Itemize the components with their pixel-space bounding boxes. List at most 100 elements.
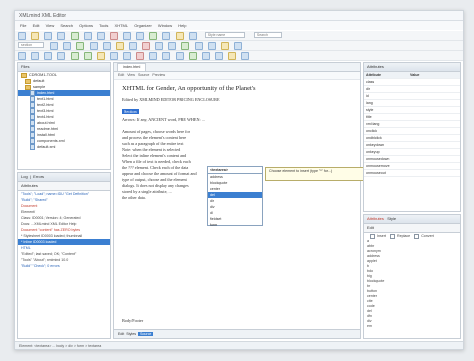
- document-heading[interactable]: XHTML for Gender, An opportunity of the …: [122, 85, 360, 92]
- copy-icon[interactable]: [123, 32, 131, 40]
- attribute-row[interactable]: dir: [364, 86, 460, 93]
- menu-edit[interactable]: Edit: [33, 23, 40, 28]
- menu-view[interactable]: View: [46, 23, 55, 28]
- wrap-icon[interactable]: [96, 52, 105, 60]
- mode-preview[interactable]: Preview: [152, 73, 165, 77]
- find-field[interactable]: Search: [253, 32, 282, 38]
- replace-checkbox[interactable]: [390, 233, 395, 239]
- bottom-tab-source[interactable]: Source: [138, 332, 154, 336]
- move-up-icon[interactable]: [149, 52, 158, 60]
- select-parent-icon[interactable]: [18, 52, 26, 60]
- elements-tab-attributes[interactable]: Attributes: [367, 216, 384, 221]
- convert-checkbox[interactable]: [414, 233, 420, 239]
- tree-item[interactable]: default.xml: [18, 144, 110, 150]
- menu-organizer[interactable]: Organizer: [134, 23, 152, 28]
- convert-icon[interactable]: [175, 52, 184, 60]
- preview-icon[interactable]: [194, 42, 203, 50]
- new-icon[interactable]: [18, 32, 26, 40]
- redo-icon[interactable]: [96, 32, 105, 40]
- save-icon[interactable]: [44, 32, 53, 40]
- indent-icon[interactable]: [155, 42, 164, 50]
- attribute-row[interactable]: style: [364, 107, 460, 114]
- attribute-row[interactable]: ondblclick: [364, 135, 460, 142]
- entity-icon[interactable]: [241, 52, 250, 60]
- undo-icon[interactable]: [83, 32, 92, 40]
- table-icon[interactable]: [102, 42, 111, 50]
- log-tab-log[interactable]: Log: [21, 174, 28, 179]
- dropdown-option[interactable]: form: [208, 222, 262, 228]
- attribute-row[interactable]: onkeyup: [364, 149, 460, 156]
- select-child-icon[interactable]: [31, 52, 40, 60]
- attribute-row[interactable]: title: [364, 114, 460, 121]
- open-icon[interactable]: [31, 32, 40, 40]
- validate-icon[interactable]: [149, 32, 158, 40]
- insert-icon[interactable]: [76, 42, 85, 50]
- style-field[interactable]: Style name: [204, 32, 245, 38]
- next-sibling-icon[interactable]: [57, 52, 66, 60]
- find-icon[interactable]: [162, 32, 171, 40]
- menu-tools[interactable]: Tools: [99, 23, 108, 28]
- bookmark-icon[interactable]: [175, 32, 184, 40]
- code-icon[interactable]: [214, 52, 223, 60]
- browser-icon[interactable]: [207, 42, 216, 50]
- heading-icon[interactable]: [201, 52, 210, 60]
- join-icon[interactable]: [123, 52, 131, 60]
- menu-file[interactable]: File: [20, 23, 26, 28]
- paragraph-icon[interactable]: [188, 52, 197, 60]
- element-item[interactable]: em: [364, 324, 460, 329]
- insert-after-icon[interactable]: [83, 52, 92, 60]
- move-down-icon[interactable]: [162, 52, 171, 60]
- dropdown-value[interactable]: <textarea>: [208, 167, 262, 174]
- bottom-tab-edit[interactable]: Edit: [118, 332, 124, 336]
- editor-tab-document[interactable]: index.html: [117, 63, 147, 71]
- menu-xhtml[interactable]: XHTML: [115, 23, 129, 28]
- remove-icon[interactable]: [136, 52, 145, 60]
- cut-icon[interactable]: [109, 32, 118, 40]
- mode-source[interactable]: Source: [138, 73, 149, 77]
- document-footer[interactable]: Body/Footer: [122, 318, 143, 324]
- link-icon[interactable]: [115, 42, 124, 50]
- zoom-icon[interactable]: [188, 32, 197, 40]
- check-icon[interactable]: [181, 42, 190, 50]
- menu-search[interactable]: Search: [60, 23, 73, 28]
- paste-icon[interactable]: [136, 32, 145, 40]
- insert-checkbox[interactable]: [370, 233, 375, 239]
- split-icon[interactable]: [109, 52, 118, 60]
- attribute-row[interactable]: onmousemove: [364, 163, 460, 170]
- section-highlight[interactable]: Section: [122, 109, 139, 114]
- image-icon[interactable]: [128, 42, 137, 50]
- menu-help[interactable]: Help: [178, 23, 186, 28]
- outdent-icon[interactable]: [168, 42, 177, 50]
- mode-view[interactable]: View: [127, 73, 135, 77]
- log-tab-errors[interactable]: Errors: [33, 174, 44, 179]
- mode-edit[interactable]: Edit: [118, 73, 124, 77]
- document-subtitle[interactable]: Edited by XMLMIND EDITOR PRICING ENCLOSU…: [122, 97, 360, 103]
- list-icon[interactable]: [89, 42, 98, 50]
- italic-icon[interactable]: [63, 42, 72, 50]
- elements-tab-style[interactable]: Style: [387, 216, 396, 221]
- menu-window[interactable]: Window: [158, 23, 172, 28]
- attribute-row[interactable]: class: [364, 79, 460, 86]
- bottom-tab-styles[interactable]: Styles: [126, 332, 136, 336]
- log-line[interactable]: "Build" "Check"; 0 errors: [18, 263, 110, 269]
- attribute-row[interactable]: onmouseout: [364, 170, 460, 177]
- element-field[interactable]: section: [18, 42, 44, 48]
- delete-icon[interactable]: [142, 42, 150, 50]
- attribute-row[interactable]: lang: [364, 100, 460, 107]
- comment-icon[interactable]: [228, 52, 236, 60]
- help-icon[interactable]: [233, 42, 242, 50]
- bold-icon[interactable]: [50, 42, 59, 50]
- attribute-row[interactable]: onmousedown: [364, 156, 460, 163]
- element-dropdown[interactable]: <textarea> address blockquote center del dir…: [207, 166, 263, 228]
- attribute-row[interactable]: onclick: [364, 128, 460, 135]
- attribute-row[interactable]: xml:lang: [364, 121, 460, 128]
- menu-options[interactable]: Options: [79, 23, 93, 28]
- spell-icon[interactable]: [220, 42, 229, 50]
- tree-item-label: install.html: [37, 133, 55, 137]
- save-all-icon[interactable]: [57, 32, 66, 40]
- attribute-row[interactable]: id: [364, 93, 460, 100]
- attribute-row[interactable]: onkeydown: [364, 142, 460, 149]
- insert-before-icon[interactable]: [70, 52, 79, 60]
- print-icon[interactable]: [70, 32, 79, 40]
- prev-sibling-icon[interactable]: [44, 52, 53, 60]
